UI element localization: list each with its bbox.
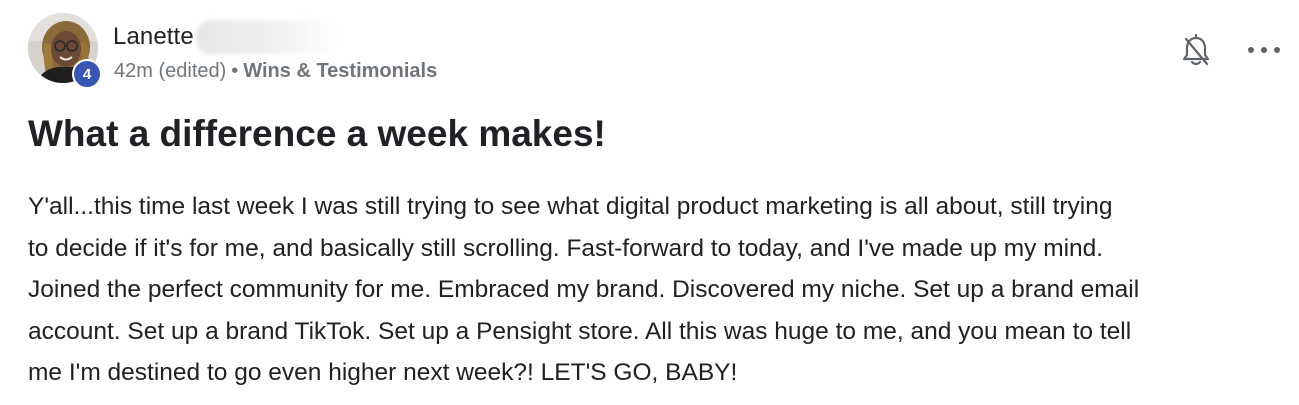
post-body-line: me I'm destined to go even higher next w… [28, 359, 738, 386]
post-body-line: Y'all...this time last week I was still … [28, 193, 1113, 220]
post-body-line: Joined the perfect community for me. Emb… [28, 276, 1140, 303]
meta-separator: • [231, 60, 239, 82]
more-options-icon[interactable] [1248, 40, 1280, 60]
community-post: 4 Lanette 42m (edited) • Wins & Testimonia… [0, 0, 1299, 405]
post-body-line: account. Set up a brand TikTok. Set up a… [28, 317, 1132, 345]
redacted-surname [195, 20, 336, 54]
more-dot [1248, 47, 1254, 53]
post-body-line: to decide if it's for me, and basically … [28, 234, 1104, 262]
more-dot [1274, 47, 1280, 53]
post-body: Y'all...this time last week I was still … [28, 186, 1296, 394]
bell-off-icon[interactable] [1180, 33, 1212, 69]
author-row: Lanette [113, 20, 336, 54]
author-avatar-wrapper[interactable]: 4 [28, 13, 102, 89]
level-badge: 4 [72, 59, 102, 89]
post-category-link[interactable]: Wins & Testimonials [243, 60, 437, 82]
author-name[interactable]: Lanette [113, 23, 194, 51]
post-timestamp[interactable]: 42m (edited) [114, 60, 226, 82]
more-dot [1261, 47, 1267, 53]
post-title[interactable]: What a difference a week makes! [28, 113, 606, 155]
post-meta: 42m (edited) • Wins & Testimonials [114, 60, 437, 83]
